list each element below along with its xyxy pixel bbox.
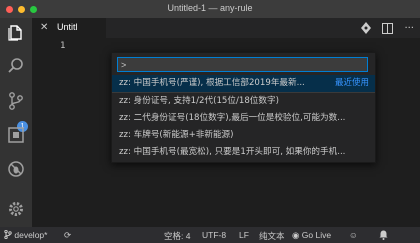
title-bar: Untitled-1 — any-rule	[0, 0, 420, 19]
tab-bar: ✕ Untitl ···	[32, 18, 420, 38]
command-palette: zz: 中国手机号(严谨), 根据工信部2019年最新... 最近使用 zz: …	[111, 52, 376, 163]
more-actions-icon[interactable]: ···	[404, 23, 414, 34]
command-item[interactable]: zz: 车牌号(新能源+非新能源)	[112, 127, 375, 144]
feedback-icon[interactable]: ☺	[349, 230, 358, 240]
editor-area[interactable]: 1 zz: 中国手机号(严谨), 根据工信部2019年最新... 最近使用 zz…	[32, 38, 420, 227]
explorer-icon[interactable]	[6, 22, 26, 42]
settings-gear-icon[interactable]	[6, 199, 26, 219]
vscode-window: Untitled-1 — any-rule 1 ✕ Untitl ··· 1 >…	[0, 0, 420, 243]
broadcast-icon: ◉	[292, 230, 300, 240]
eol-status[interactable]: LF	[239, 230, 249, 240]
command-item[interactable]: zz: 中国手机号(最宽松), 只要是1开头即可, 如果你的手机...	[112, 144, 375, 161]
debug-icon[interactable]	[6, 159, 26, 179]
tab-label: Untitl	[57, 22, 78, 32]
search-icon[interactable]	[6, 56, 26, 76]
command-palette-list: zz: 中国手机号(严谨), 根据工信部2019年最新... 最近使用 zz: …	[112, 75, 375, 161]
editor-actions: ···	[361, 18, 414, 38]
indentation-status[interactable]: 空格: 4	[164, 230, 190, 242]
source-control-icon[interactable]	[6, 91, 26, 111]
command-item[interactable]: zz: 二代身份证号(18位数字),最后一位是校验位,可能为数...	[112, 110, 375, 127]
command-item[interactable]: zz: 身份证号, 支持1/2代(15位/18位数字)	[112, 93, 375, 110]
tab-untitled[interactable]: ✕ Untitl	[32, 18, 106, 38]
status-bar: develop* ⟳ 空格: 4 UTF-8 LF 纯文本 ◉ Go Live …	[0, 227, 420, 243]
command-item[interactable]: zz: 中国手机号(严谨), 根据工信部2019年最新... 最近使用	[112, 75, 375, 93]
window-title: Untitled-1 — any-rule	[167, 3, 253, 13]
branch-indicator[interactable]: develop*	[4, 229, 47, 240]
branch-icon	[4, 229, 12, 240]
recently-used-label: 最近使用	[334, 75, 369, 92]
notifications-bell-icon[interactable]	[379, 230, 388, 242]
go-live-button[interactable]: ◉ Go Live	[292, 230, 331, 241]
activity-bar: 1	[0, 18, 32, 227]
command-palette-input[interactable]	[117, 57, 368, 72]
sync-icon[interactable]: ⟳	[64, 230, 71, 241]
split-editor-icon[interactable]	[382, 19, 394, 38]
git-compare-icon[interactable]	[361, 19, 372, 38]
extensions-icon[interactable]	[6, 125, 26, 145]
line-number: 1	[60, 41, 66, 51]
tab-close-icon[interactable]: ✕	[40, 22, 48, 33]
encoding-status[interactable]: UTF-8	[202, 230, 226, 240]
language-mode-status[interactable]: 纯文本	[259, 230, 285, 242]
